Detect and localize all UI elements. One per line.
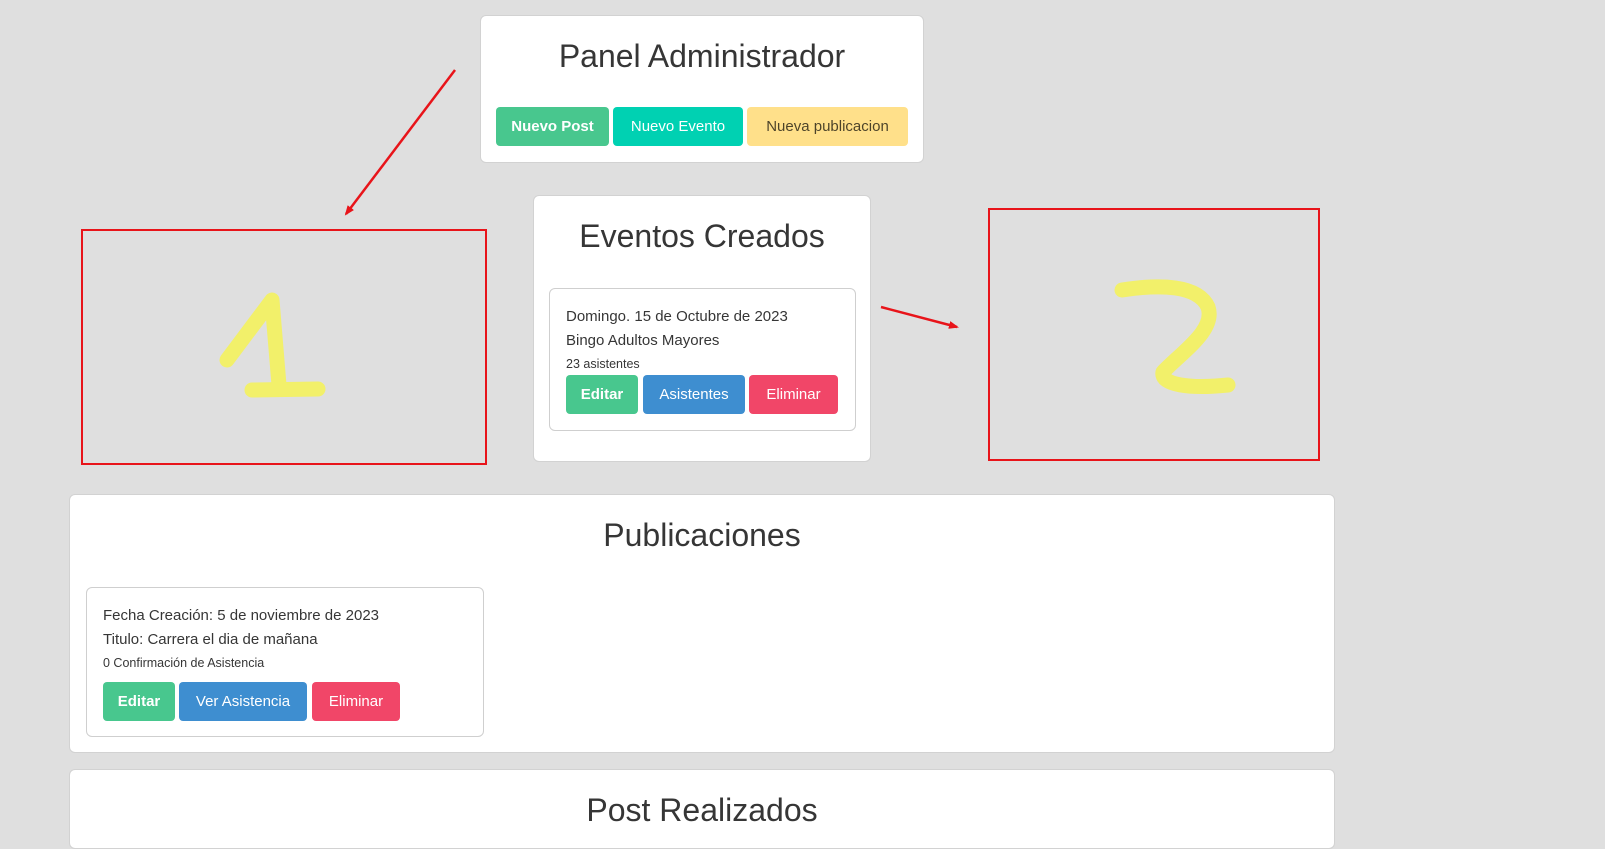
handwritten-number-1 — [219, 292, 326, 398]
annotation-overlay — [219, 69, 1236, 398]
annotation-arrow-1 — [344, 69, 456, 216]
annotation-arrow-2 — [880, 305, 959, 329]
handwritten-number-2 — [1114, 279, 1236, 394]
